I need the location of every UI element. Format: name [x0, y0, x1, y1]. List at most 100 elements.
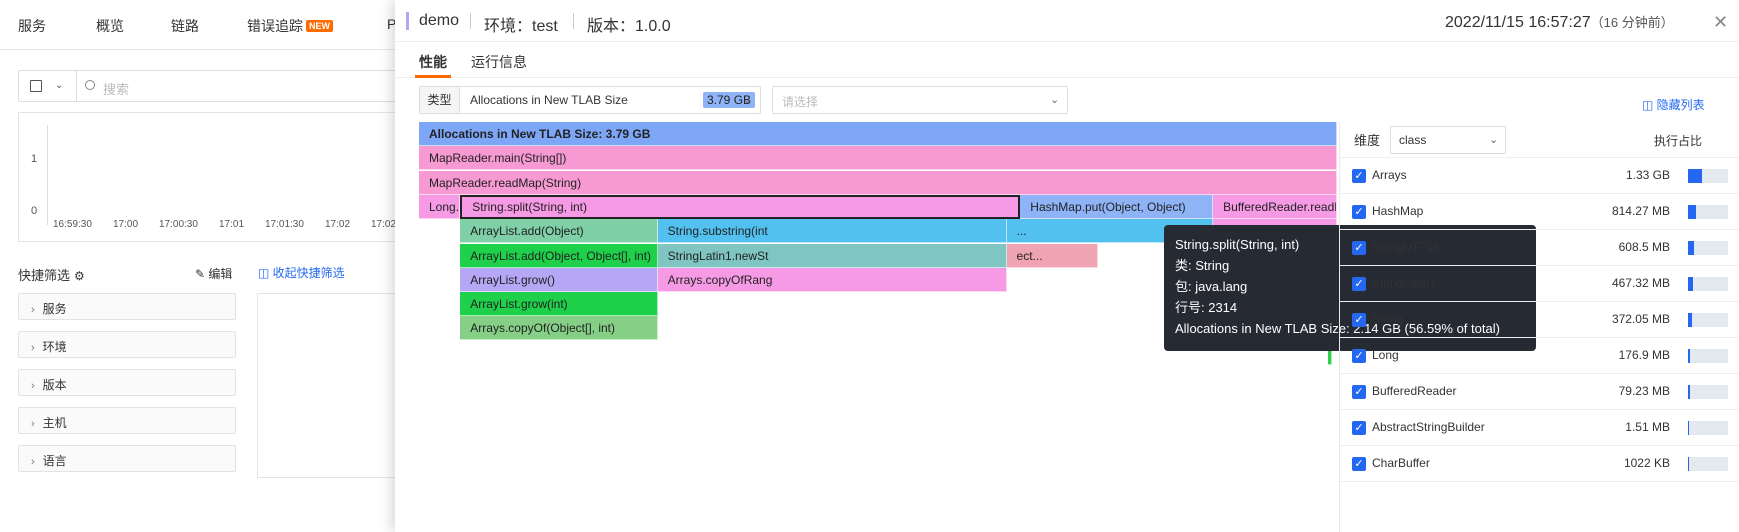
- flame-frame[interactable]: StringLatin1.newSt: [657, 243, 1007, 268]
- version-value: 1.0.0: [635, 18, 671, 35]
- ratio-bar: [1688, 205, 1728, 219]
- flame-frame[interactable]: HashMap.put(Object, Object): [1020, 194, 1214, 219]
- checkbox[interactable]: ✓: [1352, 457, 1366, 471]
- flame-frame[interactable]: ArrayList.grow(): [460, 267, 658, 292]
- dimension-value: 1.51 MB: [1625, 420, 1670, 434]
- close-icon[interactable]: ✕: [1713, 12, 1728, 33]
- flame-frame[interactable]: MapReader.readMap(String): [419, 170, 1337, 195]
- timestamp: 2022/11/15 16:57:27（16 分钟前）: [1445, 12, 1674, 32]
- dimension-row: ✓ CharBuffer 1022 KB: [1340, 446, 1739, 482]
- dimension-value: 176.9 MB: [1618, 348, 1670, 362]
- list-panel: [257, 293, 407, 478]
- dimension-row: ✓ AbstractStringBuilder 1.51 MB: [1340, 410, 1739, 446]
- tab-runtime-info[interactable]: 运行信息: [471, 52, 527, 72]
- nav-item-services[interactable]: 服务: [18, 16, 46, 36]
- ratio-bar: [1688, 385, 1728, 399]
- ratio-bar-fill: [1688, 457, 1689, 471]
- ratio-bar-fill: [1688, 241, 1695, 255]
- filter-item-language[interactable]: › 语言: [18, 445, 236, 472]
- ratio-bar-fill: [1688, 421, 1689, 435]
- ratio-bar-fill: [1688, 277, 1693, 291]
- x-tick: 17:00:30: [159, 219, 198, 230]
- ratio-bar: [1688, 277, 1728, 291]
- flame-root-frame[interactable]: Allocations in New TLAB Size: 3.79 GB: [419, 122, 1337, 146]
- type-select[interactable]: 类型 Allocations in New TLAB Size 3.79 GB …: [419, 86, 761, 114]
- checkbox[interactable]: ✓: [1352, 205, 1366, 219]
- filter-item-service[interactable]: › 服务: [18, 293, 236, 320]
- env-label: 环境：: [484, 18, 533, 35]
- env-value: test: [532, 18, 558, 35]
- version-label: 版本：: [587, 18, 636, 35]
- search-input[interactable]: 搜索: [103, 79, 129, 98]
- filter-item-version[interactable]: › 版本: [18, 369, 236, 396]
- search-icon: [85, 80, 95, 90]
- filter-item-host[interactable]: › 主机: [18, 407, 236, 434]
- filter-select[interactable]: 请选择 ⌄: [772, 86, 1068, 114]
- collapse-label: 收起快捷筛选: [272, 266, 345, 280]
- search-type-select[interactable]: ⌄: [19, 71, 77, 101]
- accent-bar: [406, 12, 409, 30]
- x-tick: 17:00: [113, 219, 139, 230]
- nav-item-traces[interactable]: 链路: [171, 16, 199, 36]
- dimension-value: 814.27 MB: [1611, 204, 1670, 218]
- flame-frame[interactable]: ArrayList.grow(int): [460, 292, 658, 317]
- checkbox[interactable]: ✓: [1352, 349, 1366, 363]
- filter-item-env[interactable]: › 环境: [18, 331, 236, 358]
- x-tick: 17:01:30: [265, 219, 304, 230]
- dimension-row: ✓ Long 176.9 MB: [1340, 338, 1739, 374]
- chevron-right-icon: ›: [31, 456, 35, 468]
- nav-item-errors[interactable]: 错误追踪 NEW: [247, 16, 333, 36]
- checkbox[interactable]: ✓: [1352, 313, 1366, 327]
- dimension-row: ✓ StringLatin1 467.32 MB: [1340, 266, 1739, 302]
- env-info: 环境：test: [484, 12, 558, 36]
- filter-item-label: 服务: [42, 302, 67, 316]
- flame-frame[interactable]: Arrays.copyOfRang: [657, 267, 1007, 292]
- gear-icon[interactable]: ⚙: [74, 269, 85, 283]
- hide-list-button[interactable]: ◫ 隐藏列表: [1642, 96, 1705, 113]
- checkbox[interactable]: ✓: [1352, 241, 1366, 255]
- edit-button[interactable]: ✎ 编辑: [195, 265, 232, 282]
- ratio-bar-fill: [1688, 385, 1690, 399]
- flame-frame[interactable]: Long...: [419, 194, 461, 219]
- flame-frame[interactable]: BufferedReader.readLine(): [1213, 194, 1337, 219]
- mini-chart: 1 0 16:59:30 17:00 17:00:30 17:01 17:01:…: [18, 112, 398, 242]
- flame-frame[interactable]: ArrayList.add(Object): [460, 219, 658, 244]
- chevron-down-icon: ⌄: [743, 94, 753, 106]
- timestamp-value: 2022/11/15 16:57:27: [1445, 14, 1591, 31]
- dimension-select[interactable]: class ⌄: [1390, 126, 1506, 154]
- dimension-label: 维度: [1354, 133, 1381, 148]
- dimension-name: BufferedReader: [1372, 384, 1457, 398]
- collapse-quick-filter-link[interactable]: ◫ 收起快捷筛选: [258, 264, 345, 281]
- active-tab-indicator: [415, 75, 451, 78]
- flame-frame[interactable]: Arrays.copyOf(Object[], int): [460, 316, 658, 341]
- nav-item-overview[interactable]: 概览: [96, 16, 124, 36]
- dimension-value: 79.23 MB: [1618, 384, 1670, 398]
- relative-time: （16 分钟前）: [1590, 15, 1674, 30]
- checkbox[interactable]: ✓: [1352, 385, 1366, 399]
- dimension-name: StringLatin1: [1372, 276, 1437, 290]
- checkbox[interactable]: ✓: [1352, 277, 1366, 291]
- checkbox[interactable]: ✓: [1352, 169, 1366, 183]
- dimension-name: Long: [1372, 348, 1399, 362]
- ratio-header: 执行占比: [1654, 134, 1703, 148]
- new-badge: NEW: [306, 20, 333, 32]
- dimension-row: ✓ HashMap 814.27 MB: [1340, 194, 1739, 230]
- ratio-bar-fill: [1688, 205, 1697, 219]
- flame-frame[interactable]: ArrayList.add(Object, Object[], int): [460, 243, 658, 268]
- ratio-bar: [1688, 421, 1728, 435]
- quick-filter-title: 快捷筛选 ⚙: [18, 265, 85, 284]
- flame-frame[interactable]: MapReader.main(String[]): [419, 146, 1337, 171]
- chevron-down-icon: ⌄: [1489, 134, 1499, 146]
- flame-frame[interactable]: ect...: [1006, 243, 1099, 268]
- tab-performance[interactable]: 性能: [419, 52, 447, 72]
- flame-frame[interactable]: String.substring(int: [657, 219, 1007, 244]
- dimension-value: 1.33 GB: [1625, 168, 1670, 182]
- y-tick: 1: [31, 153, 38, 165]
- checkbox[interactable]: ✓: [1352, 421, 1366, 435]
- search-bar: ⌄ 搜索: [18, 70, 398, 102]
- ratio-bar: [1688, 169, 1728, 183]
- edit-label: 编辑: [208, 267, 233, 281]
- y-tick: 0: [31, 205, 38, 217]
- flame-frame[interactable]: String.split(String, int): [460, 194, 1021, 219]
- dimension-name: String: [1372, 312, 1404, 326]
